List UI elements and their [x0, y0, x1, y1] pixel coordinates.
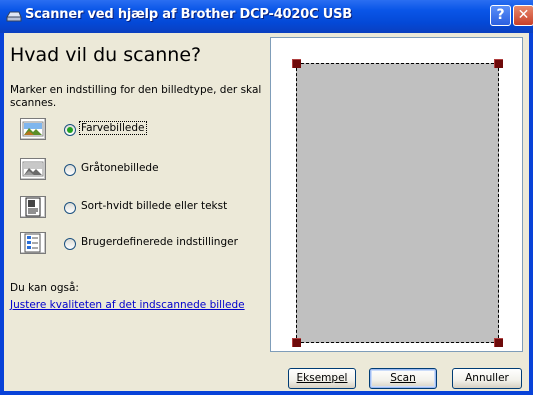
option-label-bw-text[interactable]: Sort-hvidt billede eller tekst [81, 200, 227, 212]
crop-handle-bottom-left[interactable] [292, 338, 301, 347]
grayscale-photo-icon-graphic [22, 161, 44, 177]
page-title: Hvad vil du scanne? [10, 44, 202, 66]
scan-area[interactable] [296, 63, 499, 343]
radio-custom-settings[interactable] [64, 238, 76, 250]
custom-settings-icon-graphic [24, 233, 41, 253]
help-button[interactable]: ? [490, 5, 511, 26]
close-button[interactable]: ✕ [513, 5, 533, 26]
cancel-button-label: Annuller [465, 372, 509, 384]
crop-handle-top-left[interactable] [292, 59, 301, 68]
option-label-color-photo[interactable]: Farvebillede [79, 121, 147, 135]
also-label: Du kan også: [10, 282, 79, 294]
option-label-custom-settings[interactable]: Brugerdefinerede indstillinger [81, 236, 238, 248]
crop-handle-top-right[interactable] [494, 59, 503, 68]
preview-pane[interactable] [270, 37, 523, 352]
color-photo-icon-graphic [22, 121, 44, 137]
dialog-body: Hvad vil du scanne? Marker en indstillin… [4, 33, 529, 391]
bw-text-icon-graphic [25, 197, 41, 217]
radio-color-photo[interactable] [64, 124, 76, 136]
bw-text-icon[interactable] [20, 196, 46, 218]
window-title: Scanner ved hjælp af Brother DCP-4020C U… [25, 7, 352, 22]
preview-button[interactable]: Eksempel [288, 368, 356, 389]
cancel-button[interactable]: Annuller [452, 368, 522, 389]
scan-button[interactable]: Scan [369, 368, 437, 389]
description-text: Marker en indstilling for den billedtype… [10, 84, 262, 109]
custom-settings-icon[interactable] [20, 232, 46, 254]
color-photo-icon[interactable] [20, 118, 46, 140]
title-bar[interactable]: Scanner ved hjælp af Brother DCP-4020C U… [0, 0, 533, 33]
option-label-grayscale-photo[interactable]: Gråtonebillede [81, 162, 159, 174]
adjust-quality-link[interactable]: Justere kvaliteten af det indscannede bi… [10, 299, 245, 311]
radio-bw-text[interactable] [64, 202, 76, 214]
radio-grayscale-photo[interactable] [64, 164, 76, 176]
grayscale-photo-icon[interactable] [20, 158, 46, 180]
scanner-dialog: Scanner ved hjælp af Brother DCP-4020C U… [0, 0, 533, 395]
scan-button-label: Scan [390, 372, 416, 384]
crop-handle-bottom-right[interactable] [494, 338, 503, 347]
scanner-icon [6, 11, 22, 22]
preview-button-label: Eksempel [296, 372, 348, 384]
